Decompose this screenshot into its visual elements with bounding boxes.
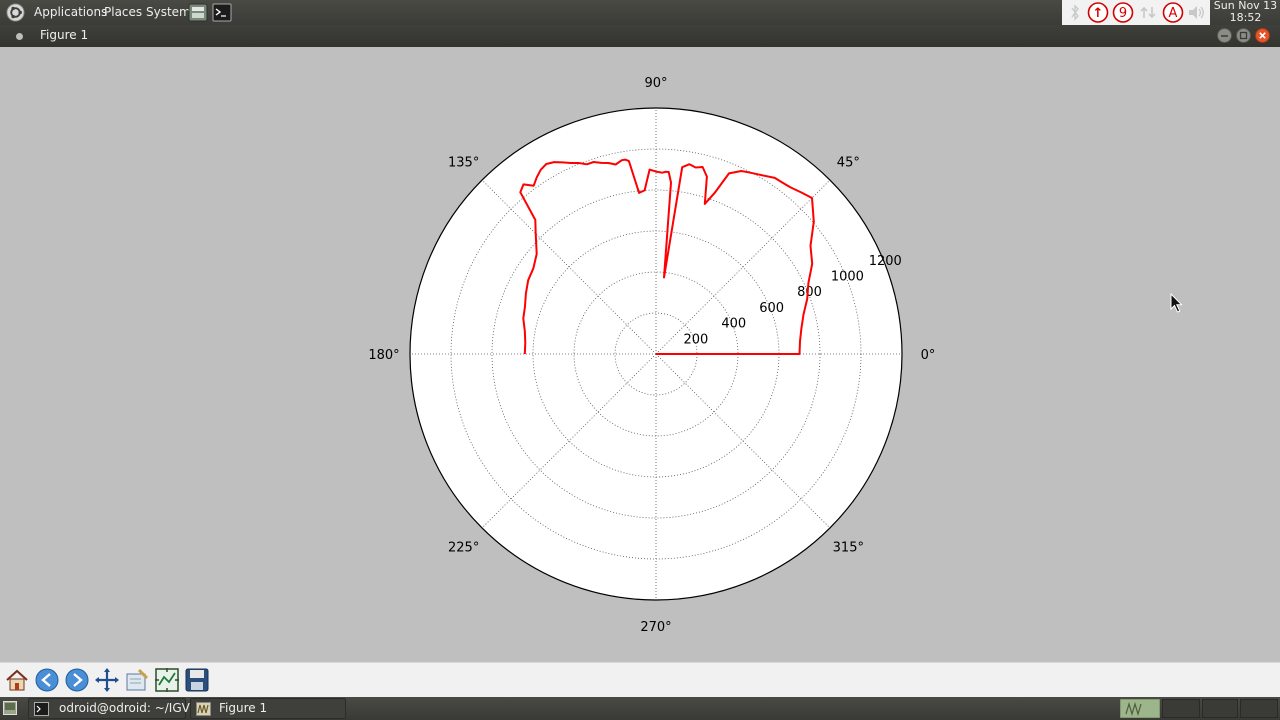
update-badge: ↑: [1093, 6, 1104, 21]
terminal-icon: [34, 702, 49, 716]
figure-window-icon: [196, 702, 211, 716]
angle-tick-label: 90°: [644, 76, 667, 91]
top-panel: Applications Places System ↑ 9 A Sun Nov…: [0, 0, 1280, 25]
angle-tick-label: 135°: [448, 156, 479, 171]
workspace-1[interactable]: [1120, 699, 1160, 718]
angle-tick-label: 270°: [640, 620, 671, 635]
radial-tick-label: 200: [683, 332, 708, 347]
forward-icon[interactable]: [64, 667, 90, 693]
places-menu[interactable]: Places: [104, 5, 142, 19]
back-icon[interactable]: [34, 667, 60, 693]
taskbar-terminal[interactable]: odroid@odroid: ~/IGVC...: [28, 698, 210, 719]
save-icon[interactable]: [184, 667, 210, 693]
update-notifier-icon[interactable]: ↑: [1087, 2, 1109, 23]
taskbar-terminal-label: odroid@odroid: ~/IGVC...: [59, 701, 210, 715]
polar-plot: 0° 45° 90° 135° 180° 225° 270° 315° 200 400 600 800…: [368, 76, 936, 635]
network-icon[interactable]: [1137, 2, 1159, 23]
workspace-4[interactable]: [1240, 699, 1278, 718]
taskbar-figure[interactable]: Figure 1: [190, 698, 346, 719]
radial-tick-label: 800: [797, 285, 822, 300]
pan-icon[interactable]: [94, 667, 120, 693]
angle-tick-label: 315°: [833, 540, 864, 555]
workspace-3[interactable]: [1202, 699, 1238, 718]
bluetooth-icon[interactable]: [1064, 2, 1086, 23]
radial-tick-label: 600: [759, 301, 784, 316]
volume-icon[interactable]: [1186, 2, 1208, 23]
keyboard-layout-label: A: [1169, 6, 1178, 21]
bottom-panel: odroid@odroid: ~/IGVC... Figure 1: [0, 697, 1280, 720]
angle-tick-label: 45°: [837, 156, 860, 171]
home-icon[interactable]: [4, 667, 30, 693]
window-title: Figure 1: [40, 28, 89, 42]
navigation-toolbar: [0, 662, 1280, 697]
radial-tick-label: 400: [721, 317, 746, 332]
angle-tick-label: 180°: [368, 348, 399, 363]
close-icon[interactable]: [1255, 28, 1270, 43]
zoom-rect-icon[interactable]: [124, 667, 150, 693]
system-menu[interactable]: System: [146, 5, 191, 19]
clock-time: 18:52: [1229, 11, 1262, 24]
angle-tick-label: 225°: [448, 540, 479, 555]
window-menu-icon[interactable]: [16, 33, 23, 40]
radial-tick-label: 1200: [869, 254, 902, 269]
notification-count-icon[interactable]: 9: [1112, 2, 1134, 23]
mouse-cursor-icon: [1170, 293, 1183, 313]
window-titlebar[interactable]: Figure 1: [0, 25, 1280, 47]
figure-canvas[interactable]: 0° 45° 90° 135° 180° 225° 270° 315° 200 400 600 800…: [0, 47, 1280, 662]
applications-menu[interactable]: Applications: [34, 5, 107, 19]
show-desktop-icon[interactable]: [3, 701, 17, 715]
ubuntu-logo-icon[interactable]: [6, 3, 25, 22]
angle-tick-label: 0°: [921, 348, 936, 363]
system-tray: ↑ 9 A: [1062, 0, 1210, 25]
terminal-launcher-icon[interactable]: [212, 3, 232, 22]
clock[interactable]: Sun Nov 13 18:52: [1211, 0, 1280, 25]
radial-tick-label: 1000: [831, 270, 864, 285]
file-manager-launcher-icon[interactable]: [188, 3, 208, 22]
maximize-icon[interactable]: [1236, 28, 1251, 43]
notification-count: 9: [1119, 6, 1127, 21]
minimize-icon[interactable]: [1217, 28, 1232, 43]
workspace-2[interactable]: [1162, 699, 1200, 718]
configure-subplots-icon[interactable]: [154, 667, 180, 693]
keyboard-layout-icon[interactable]: A: [1162, 2, 1184, 23]
taskbar-figure-label: Figure 1: [219, 701, 268, 715]
